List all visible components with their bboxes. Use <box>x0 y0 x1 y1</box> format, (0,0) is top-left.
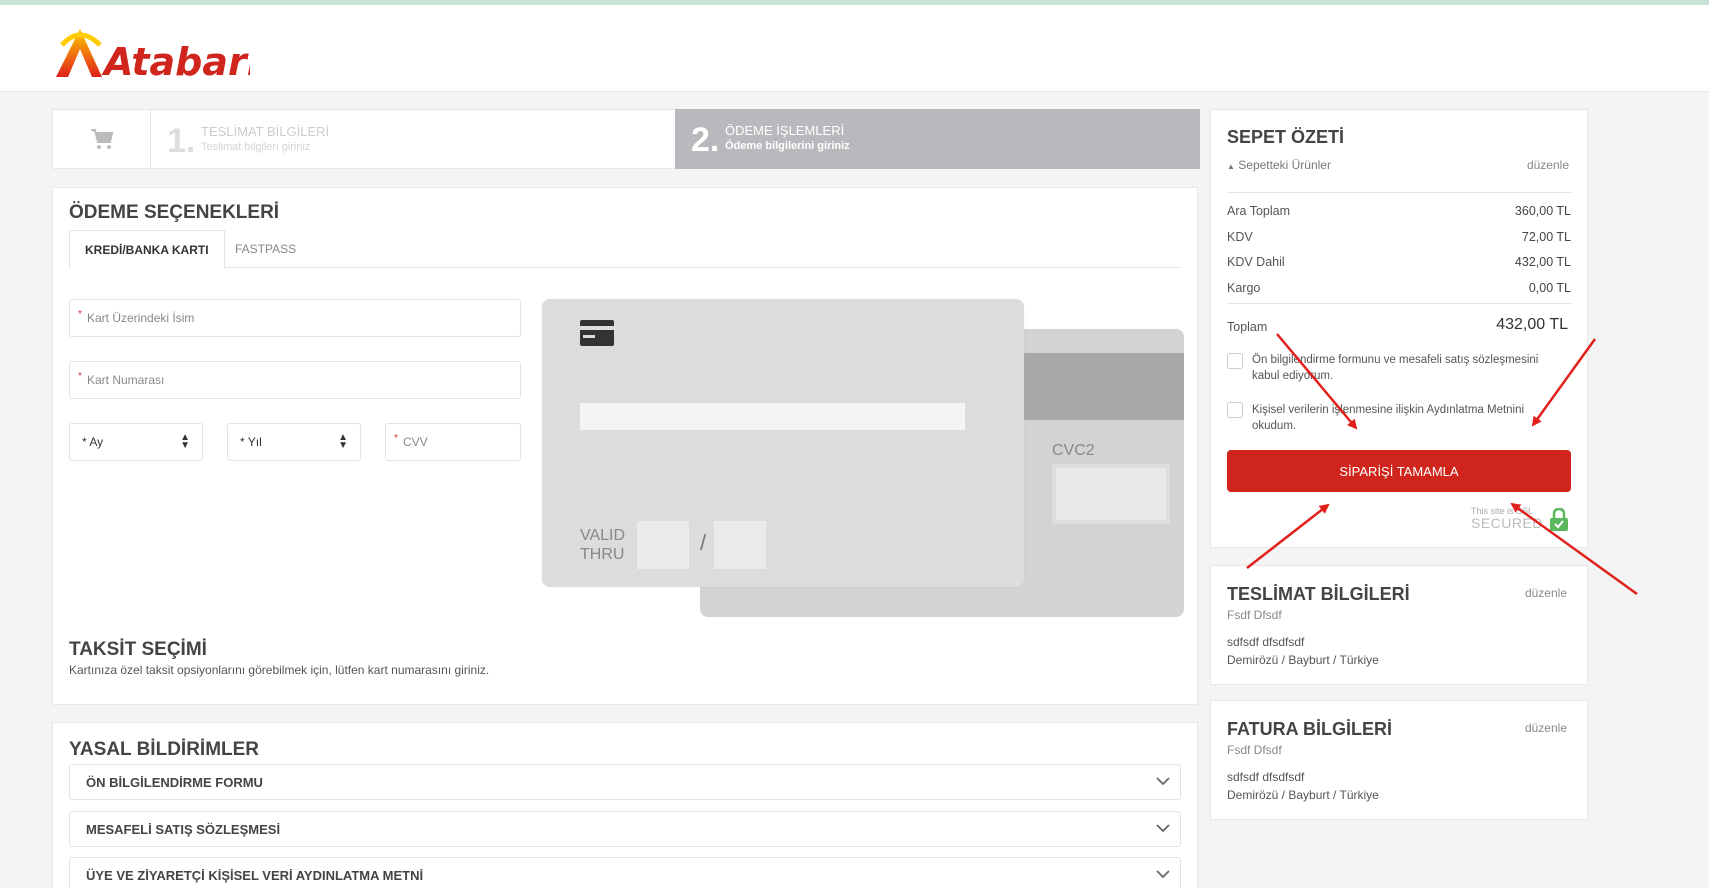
accordion-pre-info-form[interactable]: ÖN BİLGİLENDİRME FORMU <box>69 764 1181 800</box>
payment-tabs: KREDİ/BANKA KARTI FASTPASS <box>69 230 1181 269</box>
cvc-box <box>1052 464 1170 524</box>
complete-order-button[interactable]: SİPARİŞİ TAMAMLA <box>1227 450 1571 492</box>
tab-fastpass[interactable]: FASTPASS <box>220 230 311 268</box>
summary-row-vat: KDV 72,00 TL <box>1227 230 1571 244</box>
expiry-year-box <box>714 521 766 569</box>
card-number-strip <box>580 403 965 430</box>
step2-number: 2. <box>691 121 720 159</box>
expiry-slash: / <box>700 530 707 555</box>
year-select[interactable]: * Yıl ▲ ▼ <box>227 423 361 461</box>
summary-row-vat-included: KDV Dahil 432,00 TL <box>1227 255 1571 269</box>
cart-icon <box>90 129 113 149</box>
delivery-info-panel: TESLİMAT BİLGİLERİ düzenle Fsdf Dfsdf sd… <box>1210 565 1588 685</box>
invoice-address: sdfsdf dfsdfsdf Demirözü / Bayburt / Tür… <box>1227 770 1379 802</box>
total-value: 432,00 TL <box>1496 316 1568 333</box>
valid-thru-label: VALID THRU <box>580 527 626 563</box>
installment-title: TAKSİT SEÇİMİ <box>69 639 207 660</box>
invoice-edit-link[interactable]: düzenle <box>1525 721 1567 735</box>
agreement-checkbox[interactable] <box>1227 353 1243 369</box>
step2-title: ÖDEME İŞLEMLERİ <box>725 123 845 138</box>
caret-up-icon: ▲ <box>1227 162 1235 171</box>
step-payment[interactable]: 2. ÖDEME İŞLEMLERİ Ödeme bilgilerini gir… <box>675 109 1200 169</box>
card-name-input[interactable]: * Kart Üzerindeki İsim <box>69 299 521 337</box>
select-arrows-icon: ▲ ▼ <box>338 432 348 451</box>
invoice-title: FATURA BİLGİLERİ <box>1227 719 1392 739</box>
delivery-edit-link[interactable]: düzenle <box>1525 586 1567 600</box>
cvv-placeholder: CVV <box>403 435 428 449</box>
step-cart[interactable] <box>53 110 151 168</box>
chevron-down-icon <box>1156 824 1170 833</box>
cart-items-toggle[interactable]: ▲ Sepetteki Ürünler <box>1227 158 1331 172</box>
step-delivery[interactable]: 1. TESLİMAT BİLGİLERİ Teslimat bilgileri… <box>151 110 728 168</box>
site-header: Atabarı <box>0 5 1709 92</box>
privacy-text: Kişisel verilerin işlenmesine ilişkin Ay… <box>1252 404 1525 432</box>
tab-credit-card[interactable]: KREDİ/BANKA KARTI <box>69 230 225 269</box>
site-logo[interactable]: Atabarı <box>50 23 260 84</box>
logo-text: Atabarı <box>101 40 250 83</box>
divider <box>1227 192 1571 193</box>
cart-summary-panel: SEPET ÖZETİ ▲ Sepetteki Ürünler düzenle … <box>1210 109 1588 548</box>
summary-total: Toplam 432,00 TL <box>1227 316 1568 334</box>
card-number-placeholder: Kart Numarası <box>87 373 165 387</box>
privacy-checkbox[interactable] <box>1227 402 1243 418</box>
legal-title: YASAL BİLDİRİMLER <box>69 739 260 760</box>
accordion-label: MESAFELİ SATIŞ SÖZLEŞMESİ <box>86 821 281 837</box>
ssl-badge: This site is SSL SECURED <box>1471 506 1569 534</box>
step1-title: TESLİMAT BİLGİLERİ <box>201 124 330 139</box>
accordion-privacy-text[interactable]: ÜYE VE ZİYARETÇİ KİŞİSEL VERİ AYDINLATMA… <box>69 857 1181 888</box>
payment-options-panel: ÖDEME SEÇENEKLERİ KREDİ/BANKA KARTI FAST… <box>52 187 1198 705</box>
accordion-distance-sales[interactable]: MESAFELİ SATIŞ SÖZLEŞMESİ <box>69 811 1181 847</box>
summary-edit-link[interactable]: düzenle <box>1527 158 1569 172</box>
chevron-down-icon <box>1156 777 1170 786</box>
invoice-name: Fsdf Dfsdf <box>1227 743 1282 757</box>
select-arrows-icon: ▲ ▼ <box>180 432 190 451</box>
delivery-address: sdfsdf dfsdfsdf Demirözü / Bayburt / Tür… <box>1227 635 1379 667</box>
payment-title: ÖDEME SEÇENEKLERİ <box>69 202 280 223</box>
summary-row-shipping: Kargo 0,00 TL <box>1227 281 1571 295</box>
delivery-name: Fsdf Dfsdf <box>1227 608 1282 622</box>
cvv-input[interactable]: * CVV <box>385 423 521 461</box>
accordion-label: ÜYE VE ZİYARETÇİ KİŞİSEL VERİ AYDINLATMA… <box>86 867 424 883</box>
checkout-steps: 1. TESLİMAT BİLGİLERİ Teslimat bilgileri… <box>52 109 1200 169</box>
divider <box>1227 303 1571 304</box>
cvc-label: CVC2 <box>1052 442 1095 459</box>
accordion-label: ÖN BİLGİLENDİRME FORMU <box>86 774 263 790</box>
card-front-illustration: VALID THRU / <box>542 299 1024 587</box>
agreement-text: Ön bilgilendirme formunu ve mesafeli sat… <box>1252 354 1539 382</box>
chevron-down-icon <box>1156 870 1170 879</box>
credit-card-icon <box>580 320 614 346</box>
card-name-placeholder: Kart Üzerindeki İsim <box>87 311 195 325</box>
year-select-value: * Yıl <box>240 435 262 449</box>
invoice-info-panel: FATURA BİLGİLERİ düzenle Fsdf Dfsdf sdfs… <box>1210 700 1588 820</box>
month-select-value: * Ay <box>82 435 104 449</box>
card-number-input[interactable]: * Kart Numarası <box>69 361 521 399</box>
summary-row-subtotal: Ara Toplam 360,00 TL <box>1227 204 1571 218</box>
summary-title: SEPET ÖZETİ <box>1227 127 1345 147</box>
month-select[interactable]: * Ay ▲ ▼ <box>69 423 203 461</box>
delivery-title: TESLİMAT BİLGİLERİ <box>1227 584 1410 604</box>
legal-notices-panel: YASAL BİLDİRİMLER ÖN BİLGİLENDİRME FORMU… <box>52 722 1198 888</box>
installment-text: Kartınıza özel taksit opsiyonlarını göre… <box>69 663 490 677</box>
expiry-month-box <box>637 521 689 569</box>
step2-subtitle: Ödeme bilgilerini giriniz <box>725 140 850 152</box>
step1-subtitle: Teslimat bilgileri giriniz <box>201 141 311 153</box>
lock-icon <box>1550 508 1568 531</box>
step1-number: 1. <box>167 122 196 160</box>
